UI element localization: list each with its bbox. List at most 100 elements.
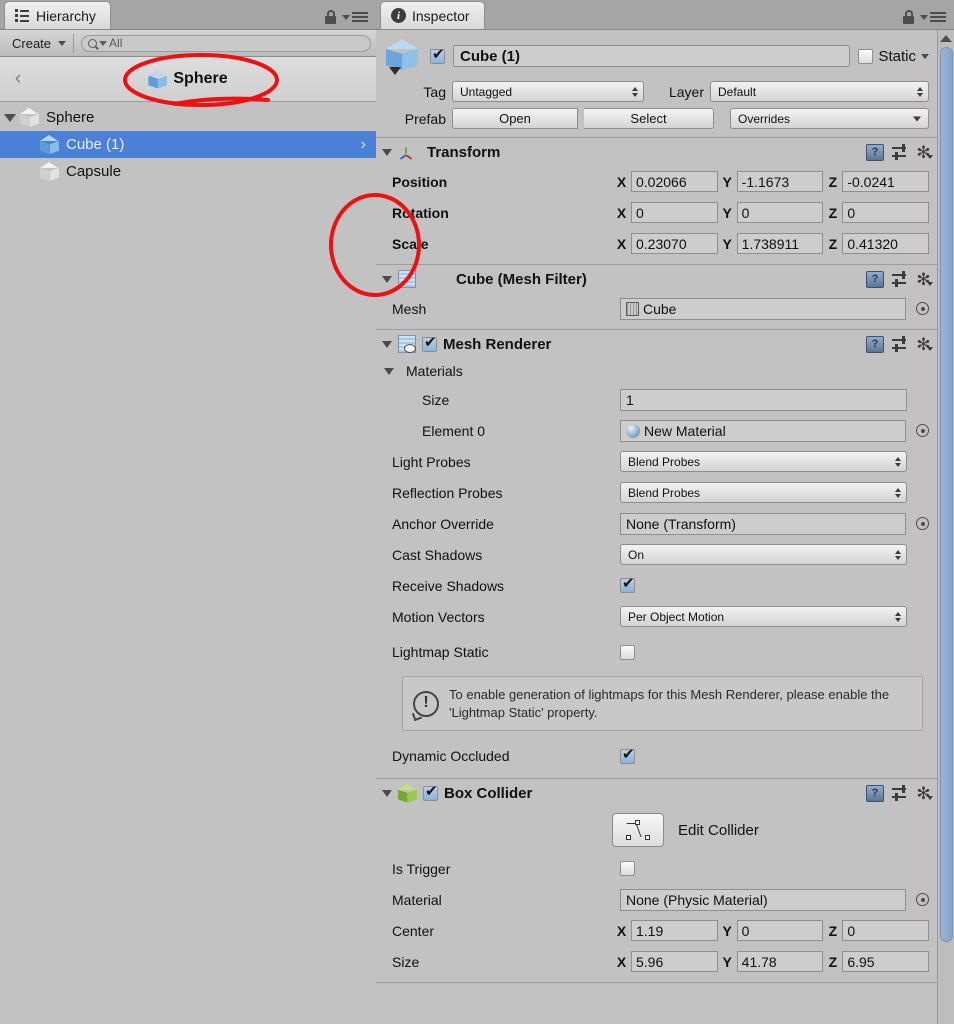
foldout-toggle[interactable] [382,789,392,797]
is-trigger-checkbox[interactable] [620,861,635,877]
preset-icon[interactable] [892,785,908,801]
position-z-field[interactable]: -0.0241 [842,171,930,192]
receive-shadows-checkbox[interactable] [620,576,635,593]
position-x-field[interactable]: 0.02066 [631,171,718,192]
component-header[interactable]: Mesh Renderer ? [376,330,937,358]
object-picker-icon[interactable] [916,517,929,530]
prefab-select-button[interactable]: Select [584,108,714,129]
help-book-icon[interactable]: ? [866,270,884,288]
scale-z-field[interactable]: 0.41320 [842,233,930,254]
prefab-enter-chevron-icon[interactable]: › [361,136,366,154]
static-checkbox[interactable] [858,48,874,64]
gear-icon[interactable] [916,337,933,352]
tab-inspector[interactable]: i Inspector [380,1,485,29]
unity-editor-window: Hierarchy Create All ‹ Sphere Sphere Cub… [0,0,954,1024]
element0-label: Element 0 [422,422,486,439]
anchor-override-object-field[interactable]: None (Transform) [620,512,906,535]
static-dropdown-icon[interactable] [921,53,929,59]
scroll-up-arrow-icon[interactable] [940,35,952,42]
component-header[interactable]: Box Collider ? [376,779,937,807]
gear-icon[interactable] [916,786,933,801]
layer-value: Default [718,84,757,99]
mesh-renderer-enabled-checkbox[interactable] [422,335,437,352]
collider-material-object-field[interactable]: None (Physic Material) [620,888,906,911]
prefab-open-button[interactable]: Open [452,108,578,129]
list-item[interactable]: Capsule [0,158,376,185]
create-button[interactable]: Create [5,33,75,53]
object-name-field[interactable]: Cube (1) [453,45,851,67]
cast-shadows-dropdown[interactable]: On [620,544,907,565]
dynamic-occluded-checkbox[interactable] [620,747,635,764]
dynamic-occluded-row: Dynamic Occluded [376,739,937,773]
scrollbar-thumb[interactable] [939,47,953,942]
foldout-toggle[interactable] [384,367,394,375]
lightmap-static-checkbox[interactable] [620,644,635,660]
preset-icon[interactable] [892,144,908,160]
mesh-value: Cube [643,300,677,317]
materials-foldout-row[interactable]: Materials [376,358,937,384]
position-y-field[interactable]: -1.1673 [736,171,824,192]
search-input[interactable]: All [81,34,371,52]
materials-size-field[interactable]: 1 [620,388,907,411]
prefab-overrides-dropdown[interactable]: Overrides [730,108,929,129]
mesh-object-field[interactable]: Cube [620,297,906,320]
rotation-z-field[interactable]: 0 [842,202,930,223]
panel-menu-icon[interactable] [342,12,368,22]
rotation-x-field[interactable]: 0 [631,202,718,223]
motion-vectors-dropdown[interactable]: Per Object Motion [620,606,907,627]
help-book-icon[interactable]: ? [866,784,884,802]
gear-icon[interactable] [916,145,933,160]
blue-cube-icon [40,135,59,154]
component-header[interactable]: Cube (Mesh Filter) ? [376,265,937,293]
position-label: Position [392,173,448,190]
rotation-y-field[interactable]: 0 [736,202,824,223]
size-z-field[interactable]: 6.95 [842,951,930,973]
scale-y-field[interactable]: 1.738911 [736,233,824,254]
axis-label-y: Y [722,922,732,939]
tab-hierarchy-label: Hierarchy [36,7,96,24]
scale-x-field[interactable]: 0.23070 [631,233,718,254]
foldout-toggle[interactable] [382,275,392,283]
axis-label-y: Y [722,204,732,221]
object-picker-icon[interactable] [916,893,929,907]
center-z-field[interactable]: 0 [842,920,930,942]
static-toggle-group[interactable]: Static [858,48,929,65]
list-item[interactable]: Sphere [0,104,376,131]
foldout-toggle[interactable] [382,340,392,348]
element0-object-field[interactable]: New Material [620,419,906,442]
component-header[interactable]: Transform ? [376,138,937,166]
list-item[interactable]: Cube (1) › [0,131,376,158]
center-y-field[interactable]: 0 [736,920,824,942]
edit-collider-button[interactable] [612,813,664,848]
light-probes-dropdown[interactable]: Blend Probes [620,451,907,472]
help-book-icon[interactable]: ? [866,143,884,161]
tag-dropdown[interactable]: Untagged [452,81,644,102]
lock-icon[interactable] [324,10,337,24]
tab-hierarchy[interactable]: Hierarchy [4,1,111,29]
foldout-toggle[interactable] [382,148,392,156]
updown-icon [895,487,901,498]
inspector-scrollbar[interactable] [937,30,954,1024]
transform-axis-icon [398,144,415,161]
object-picker-icon[interactable] [916,424,929,437]
size-x-field[interactable]: 5.96 [631,951,718,973]
layer-dropdown[interactable]: Default [710,81,929,102]
box-collider-enabled-checkbox[interactable] [423,784,438,801]
center-x-field[interactable]: 1.19 [631,920,718,942]
reflection-probes-dropdown[interactable]: Blend Probes [620,482,907,503]
help-book-icon[interactable]: ? [866,335,884,353]
is-trigger-label: Is Trigger [392,860,451,877]
object-enabled-checkbox[interactable] [430,47,445,64]
object-picker-icon[interactable] [916,302,929,315]
breadcrumb-label-group[interactable]: Sphere [0,69,376,89]
lock-icon[interactable] [902,10,915,24]
preset-icon[interactable] [892,336,908,352]
foldout-toggle[interactable] [0,113,20,122]
preset-icon[interactable] [892,271,908,287]
size-y-field[interactable]: 41.78 [736,951,824,973]
gear-icon[interactable] [916,272,933,287]
inspector-panel: i Inspector Cube (1) Stat [376,0,954,1024]
panel-menu-icon[interactable] [920,12,946,22]
hierarchy-body: Create All ‹ Sphere Sphere Cube (1) › Ca… [0,29,376,1024]
mesh-asset-icon [626,301,639,316]
